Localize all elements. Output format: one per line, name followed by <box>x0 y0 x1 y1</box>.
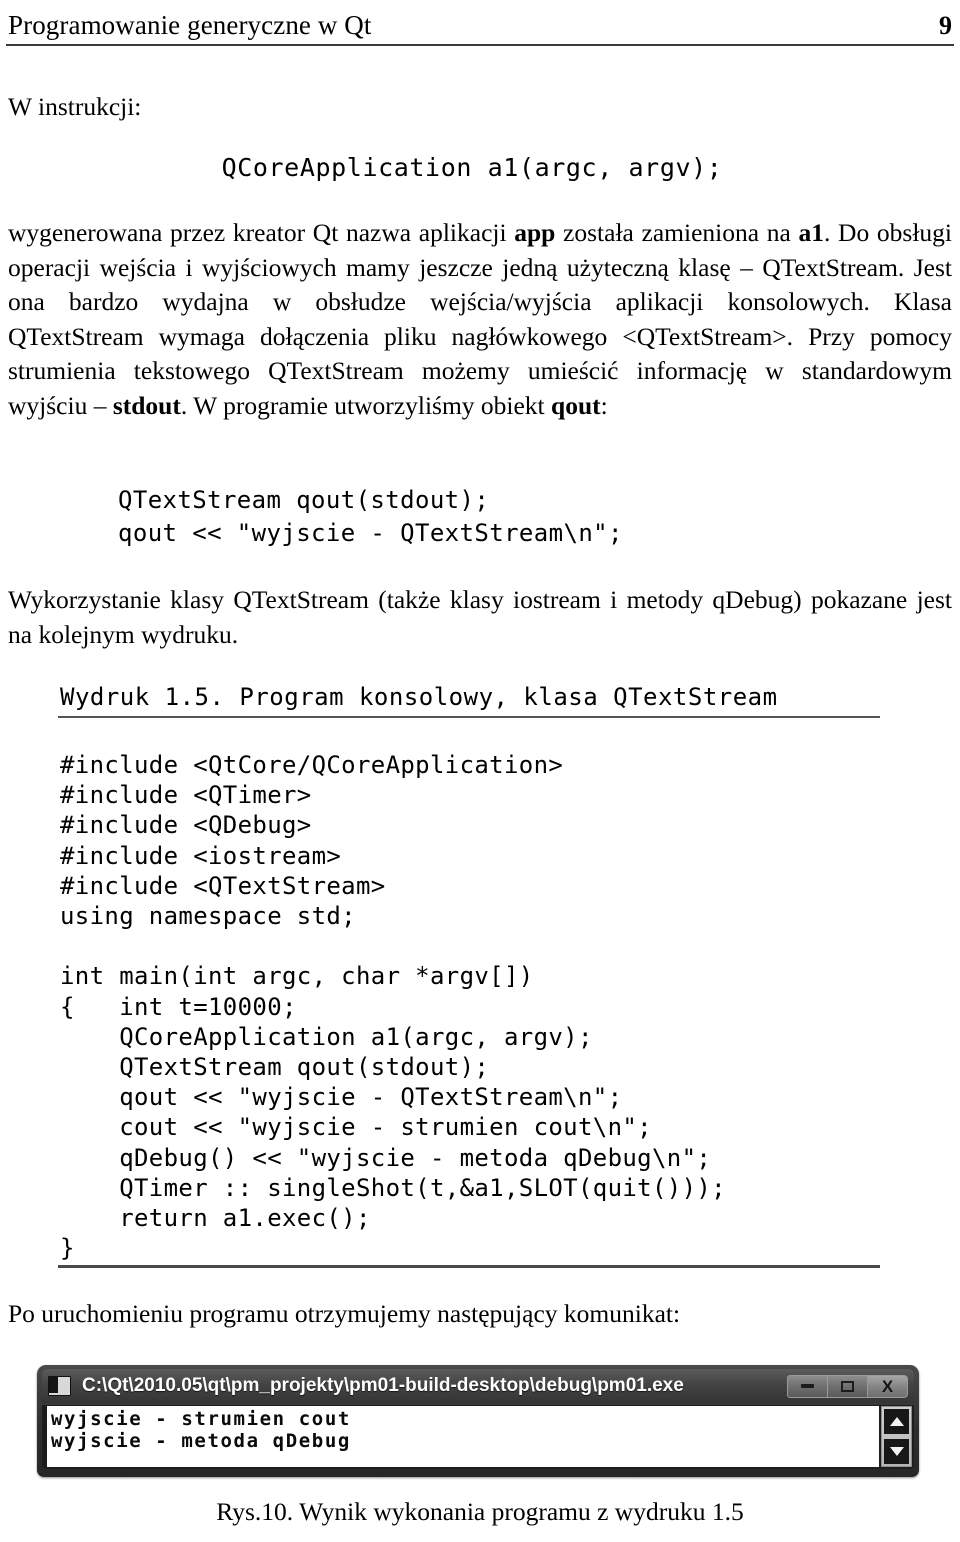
header-divider <box>6 44 954 46</box>
paragraph-text-4: . W programie utworzyliśmy obiekt <box>180 390 552 420</box>
emphasis-a1: a1 <box>798 218 825 247</box>
scroll-up-button[interactable] <box>884 1409 909 1434</box>
console-output-line: wyjscie - metoda qDebug <box>51 1430 351 1452</box>
po-uruchomieniu-paragraph: Po uruchomieniu programu otrzymujemy nas… <box>8 1299 681 1328</box>
wykorzystanie-paragraph: Wykorzystanie klasy QTextStream (także k… <box>8 585 952 649</box>
chevron-down-icon <box>889 1447 904 1456</box>
minimize-button[interactable] <box>787 1374 828 1398</box>
page-title: Programowanie generyczne w Qt <box>8 10 372 40</box>
window-controls: X <box>787 1374 908 1398</box>
main-paragraph: wygenerowana przez kreator Qt nazwa apli… <box>8 216 952 423</box>
paragraph-text-5: : <box>600 390 608 420</box>
console-output-line: wyjscie - strumien cout <box>51 1408 351 1430</box>
emphasis-app: app <box>514 218 556 247</box>
code-snippet-qout: QTextStream qout(stdout); qout << "wyjsc… <box>118 486 623 547</box>
maximize-icon <box>841 1380 854 1392</box>
paragraph-text-2: została zamieniona na <box>555 218 799 247</box>
listing-top-divider <box>58 716 880 718</box>
console-vertical-scrollbar[interactable] <box>881 1406 912 1467</box>
figure-caption: Rys.10. Wynik wykonania programu z wydru… <box>216 1497 744 1526</box>
listing-caption: Wydruk 1.5. Program konsolowy, klasa QTe… <box>60 683 778 711</box>
minimize-icon <box>801 1384 814 1388</box>
document-page: Programowanie generyczne w Qt 9 W instru… <box>0 0 960 1542</box>
listing-bottom-divider <box>58 1265 880 1268</box>
console-body: wyjscie - strumien cout wyjscie - metoda… <box>42 1405 914 1469</box>
close-icon: X <box>881 1376 894 1396</box>
listing-code-block: #include <QtCore/QCoreApplication> #incl… <box>60 751 726 1263</box>
console-output-area: wyjscie - strumien cout wyjscie - metoda… <box>44 1406 879 1467</box>
page-number: 9 <box>939 11 952 40</box>
console-titlebar: C:\Qt\2010.05\qt\pm_projekty\pm01-build-… <box>42 1369 914 1403</box>
scroll-down-button[interactable] <box>884 1439 909 1464</box>
console-title-text: C:\Qt\2010.05\qt\pm_projekty\pm01-build-… <box>82 1375 684 1396</box>
paragraph-text-3: . Do obsługi operacji wejścia i wyjściow… <box>8 218 952 420</box>
inline-code-line: QCoreApplication a1(argc, argv); <box>221 153 723 182</box>
emphasis-stdout: stdout <box>112 390 181 420</box>
console-window-screenshot: C:\Qt\2010.05\qt\pm_projekty\pm01-build-… <box>37 1365 919 1477</box>
console-app-icon <box>48 1376 71 1396</box>
chevron-up-icon <box>889 1417 904 1426</box>
emphasis-qout: qout <box>551 390 601 420</box>
maximize-button[interactable] <box>827 1374 868 1398</box>
running-header: Programowanie generyczne w Qt 9 <box>8 10 952 41</box>
intro-line: W instrukcji: <box>8 92 142 121</box>
paragraph-text-1: wygenerowana przez kreator Qt nazwa apli… <box>8 218 515 247</box>
close-button[interactable]: X <box>867 1374 908 1398</box>
